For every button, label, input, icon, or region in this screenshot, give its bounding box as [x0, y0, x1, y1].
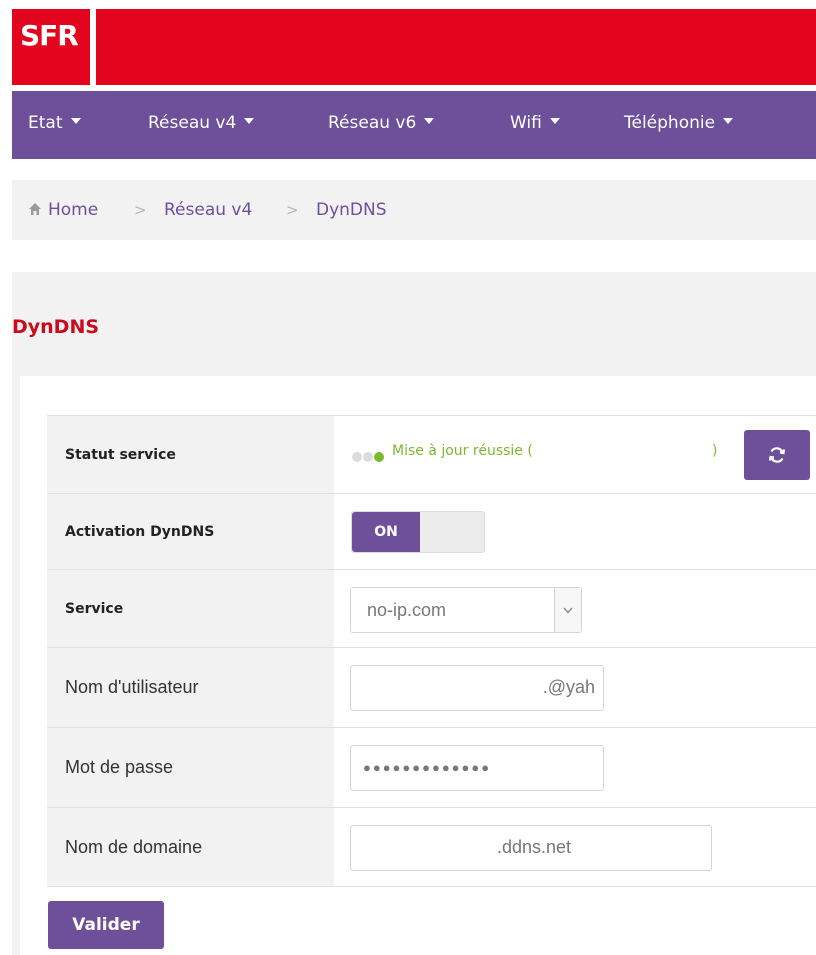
username-value-cell: .@yah — [334, 648, 816, 727]
sfr-logo[interactable]: SFR — [12, 9, 96, 85]
username-input[interactable]: .@yah — [350, 665, 604, 711]
status-indicator — [352, 447, 385, 466]
home-icon — [29, 203, 41, 215]
row-status: Statut service Mise à jour réussie ( ) — [47, 415, 816, 493]
caret-down-icon — [424, 118, 435, 124]
row-username: Nom d'utilisateur .@yah — [47, 647, 816, 727]
username-label: Nom d'utilisateur — [65, 677, 199, 697]
refresh-button[interactable] — [744, 430, 810, 480]
domain-label-cell: Nom de domaine — [47, 808, 334, 886]
status-text-close: ) — [712, 443, 718, 459]
service-value-cell: no-ip.com — [334, 570, 816, 647]
nav-item-reseau-v4[interactable]: Réseau v4 — [148, 113, 255, 133]
activation-label-cell: Activation DynDNS — [47, 494, 334, 569]
breadcrumb-dyndns[interactable]: DynDNS — [316, 200, 387, 220]
nav-item-telephonie[interactable]: Téléphonie — [624, 113, 734, 133]
domain-label: Nom de domaine — [65, 836, 203, 857]
toggle-on-label: ON — [352, 512, 420, 552]
password-value-cell: ●●●●●●●●●●●●● — [334, 728, 816, 807]
row-password: Mot de passe ●●●●●●●●●●●●● — [47, 727, 816, 807]
status-dot-icon — [363, 452, 373, 462]
nav-item-label: Réseau v4 — [148, 113, 237, 133]
activation-toggle[interactable]: ON — [351, 511, 485, 553]
breadcrumb-separator: > — [134, 201, 147, 219]
nav-item-wifi[interactable]: Wifi — [510, 113, 560, 133]
status-label: Statut service — [65, 446, 176, 463]
service-label: Service — [65, 600, 124, 617]
nav-item-label: Wifi — [510, 113, 542, 133]
breadcrumb-home[interactable]: Home — [48, 200, 98, 220]
row-service: Service no-ip.com — [47, 569, 816, 647]
domain-input[interactable]: .ddns.net — [350, 825, 712, 871]
nav-item-label: Etat — [28, 113, 63, 133]
service-selected-value: no-ip.com — [367, 600, 447, 620]
password-label: Mot de passe — [65, 757, 174, 777]
caret-down-icon — [244, 118, 255, 124]
breadcrumb-reseau-v4[interactable]: Réseau v4 — [164, 200, 252, 220]
status-dot-icon — [352, 452, 362, 462]
page-title: DynDNS — [12, 316, 100, 338]
breadcrumb-separator: > — [286, 201, 299, 219]
row-domain: Nom de domaine .ddns.net — [47, 807, 816, 887]
main-nav: Etat Réseau v4 Réseau v6 Wifi Téléphonie — [12, 91, 816, 159]
logo-text: SFR — [20, 19, 79, 52]
password-input[interactable]: ●●●●●●●●●●●●● — [350, 745, 604, 791]
refresh-icon — [768, 447, 786, 463]
password-value: ●●●●●●●●●●●●● — [363, 760, 492, 775]
header-bar: SFR — [12, 9, 816, 85]
username-label-cell: Nom d'utilisateur — [47, 648, 334, 727]
nav-item-etat[interactable]: Etat — [28, 113, 81, 133]
activation-value-cell: ON — [334, 494, 816, 569]
caret-down-icon — [723, 118, 734, 124]
submit-button[interactable]: Valider — [48, 901, 164, 949]
nav-item-label: Téléphonie — [624, 113, 716, 133]
status-label-cell: Statut service — [47, 416, 334, 493]
chevron-down-icon — [554, 588, 581, 632]
service-select[interactable]: no-ip.com — [350, 587, 582, 633]
domain-value-cell: .ddns.net — [334, 808, 816, 886]
nav-item-label: Réseau v6 — [328, 113, 417, 133]
password-label-cell: Mot de passe — [47, 728, 334, 807]
row-activation: Activation DynDNS ON — [47, 493, 816, 569]
caret-down-icon — [70, 118, 81, 124]
caret-down-icon — [549, 118, 560, 124]
username-value: .@yah — [542, 677, 595, 697]
status-dot-active-icon — [374, 452, 384, 462]
breadcrumb: Home > Réseau v4 > DynDNS — [12, 180, 816, 240]
status-value-cell: Mise à jour réussie ( ) — [334, 416, 816, 493]
activation-label: Activation DynDNS — [65, 523, 215, 540]
status-text: Mise à jour réussie ( — [392, 443, 533, 459]
nav-item-reseau-v6[interactable]: Réseau v6 — [328, 113, 435, 133]
service-label-cell: Service — [47, 570, 334, 647]
domain-value: .ddns.net — [497, 837, 572, 857]
